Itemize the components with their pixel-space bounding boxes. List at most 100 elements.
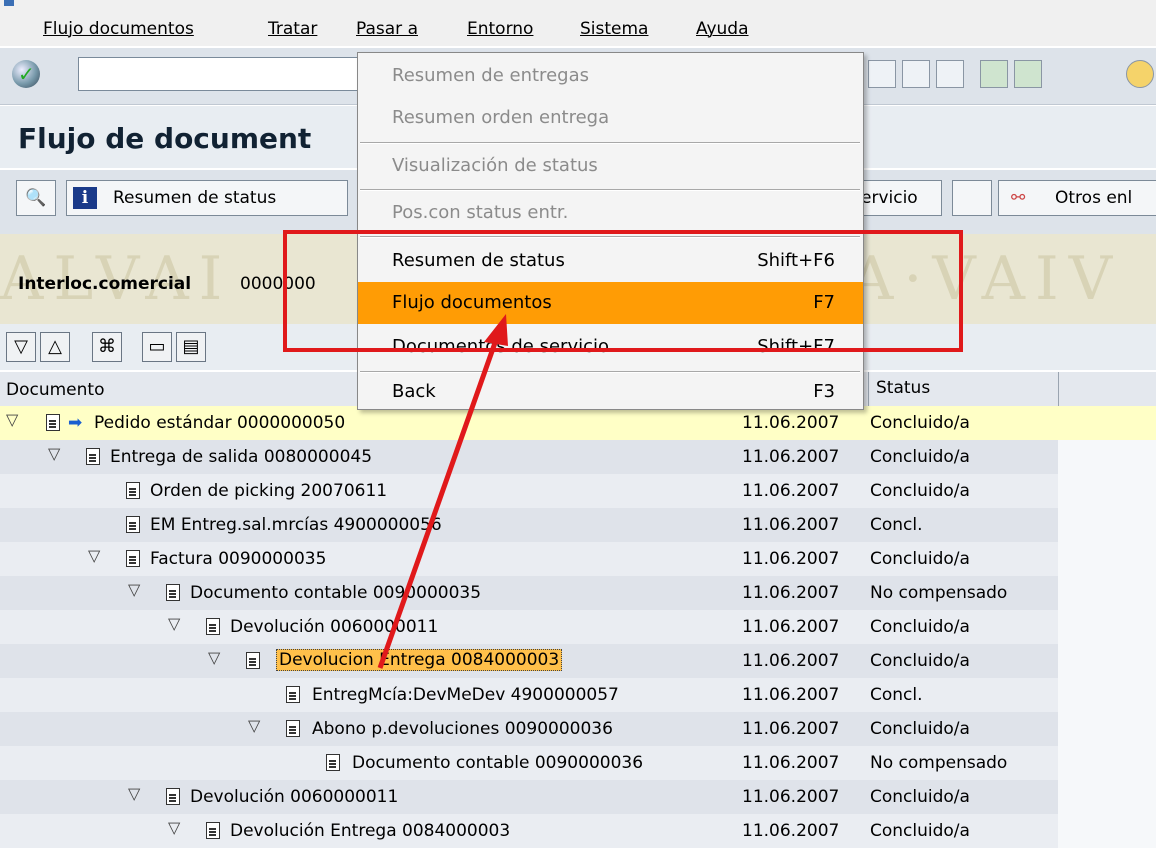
empty-cell <box>1058 474 1156 508</box>
menu-tratar[interactable]: Tratar <box>268 19 317 39</box>
row-document[interactable]: Abono p.devoluciones 0090000036 <box>312 719 613 739</box>
menu-item-label: Resumen de entregas <box>392 65 589 86</box>
collapse-all-icon[interactable]: △ <box>40 332 70 362</box>
document-icon <box>206 618 220 635</box>
menu-item-shortcut: F3 <box>813 381 835 402</box>
table-row[interactable]: EntregMcía:DevMeDev 4900000057 11.06.200… <box>0 678 1156 713</box>
row-document[interactable]: Devolución 0060000011 <box>190 787 398 807</box>
column-separator <box>1058 372 1059 406</box>
find-icon[interactable] <box>868 60 896 88</box>
binoculars-icon[interactable]: ⌘ <box>92 332 122 362</box>
current-arrow-icon: ➡ <box>68 413 83 433</box>
find-next-icon[interactable] <box>902 60 930 88</box>
display-document-button[interactable]: 🔍 <box>16 180 56 216</box>
menu-item-label: Resumen orden entrega <box>392 107 610 128</box>
menu-item-label: Back <box>392 381 436 402</box>
collapse-triangle-icon[interactable]: ▽ <box>248 716 260 735</box>
row-document[interactable]: EntregMcía:DevMeDev 4900000057 <box>312 685 619 705</box>
print-preview-icon[interactable]: ▤ <box>176 332 206 362</box>
collapse-triangle-icon[interactable]: ▽ <box>208 648 220 667</box>
table-row[interactable]: Documento contable 0090000036 11.06.2007… <box>0 746 1156 781</box>
document-icon <box>166 788 180 805</box>
row-date: 11.06.2007 <box>742 481 840 501</box>
row-status: Concluido/a <box>870 821 970 841</box>
new-session-icon[interactable] <box>980 60 1008 88</box>
row-status: No compensado <box>870 583 1008 603</box>
empty-cell <box>1058 508 1156 542</box>
document-icon <box>86 448 100 465</box>
table-row[interactable]: ▽ Abono p.devoluciones 0090000036 11.06.… <box>0 712 1156 747</box>
table-row[interactable]: ▽ Devolución 0060000011 11.06.2007 Concl… <box>0 610 1156 645</box>
menu-item-visualizacion-status: Visualización de status <box>358 145 863 187</box>
first-page-icon[interactable] <box>936 60 964 88</box>
print-icon[interactable]: ▭ <box>142 332 172 362</box>
menu-pasar-a[interactable]: Pasar a <box>356 19 418 39</box>
row-date: 11.06.2007 <box>742 651 840 671</box>
row-document[interactable]: Entrega de salida 0080000045 <box>110 447 372 467</box>
column-document[interactable]: Documento <box>6 380 104 400</box>
collapse-triangle-icon[interactable]: ▽ <box>48 444 60 463</box>
row-document[interactable]: EM Entreg.sal.mrcías 4900000056 <box>150 515 442 535</box>
empty-cell <box>1058 814 1156 848</box>
row-document[interactable]: Pedido estándar 0000000050 <box>94 413 345 433</box>
collapse-triangle-icon[interactable]: ▽ <box>6 410 18 429</box>
row-document-selected[interactable]: Devolucion Entrega 0084000003 <box>276 649 563 671</box>
table-row[interactable]: ▽ ➡ Pedido estándar 0000000050 11.06.200… <box>0 406 1156 441</box>
document-icon <box>326 754 340 771</box>
table-row[interactable]: ▽ Devolución Entrega 0084000003 11.06.20… <box>0 814 1156 849</box>
document-icon <box>286 686 300 703</box>
table-row[interactable]: Orden de picking 20070611 11.06.2007 Con… <box>0 474 1156 509</box>
expand-all-icon[interactable]: ▽ <box>6 332 36 362</box>
shortcut-icon[interactable] <box>1014 60 1042 88</box>
table-row[interactable]: ▽ Devolucion Entrega 0084000003 11.06.20… <box>0 644 1156 679</box>
empty-cell <box>1058 644 1156 678</box>
collapse-triangle-icon[interactable]: ▽ <box>128 784 140 803</box>
row-status: Concluido/a <box>870 481 970 501</box>
collapse-triangle-icon[interactable]: ▽ <box>88 546 100 565</box>
service-documents-label: ervicio <box>861 188 918 208</box>
row-document[interactable]: Factura 0090000035 <box>150 549 326 569</box>
empty-cell <box>1058 610 1156 644</box>
collapse-triangle-icon[interactable]: ▽ <box>168 818 180 837</box>
help-icon[interactable] <box>1126 60 1154 88</box>
row-document[interactable]: Orden de picking 20070611 <box>150 481 387 501</box>
table-row[interactable]: EM Entreg.sal.mrcías 4900000056 11.06.20… <box>0 508 1156 543</box>
menu-ayuda[interactable]: Ayuda <box>696 19 749 39</box>
empty-cell <box>1058 746 1156 780</box>
table-row[interactable]: ▽ Entrega de salida 0080000045 11.06.200… <box>0 440 1156 475</box>
table-row[interactable]: ▽ Factura 0090000035 11.06.2007 Concluid… <box>0 542 1156 577</box>
document-icon <box>126 516 140 533</box>
row-document[interactable]: Devolución Entrega 0084000003 <box>230 821 510 841</box>
empty-cell <box>1058 712 1156 746</box>
row-status: No compensado <box>870 753 1008 773</box>
page-title: Flujo de document <box>18 122 312 155</box>
row-date: 11.06.2007 <box>742 447 840 467</box>
row-document[interactable]: Documento contable 0090000035 <box>190 583 481 603</box>
menu-separator <box>360 189 860 191</box>
menu-separator <box>360 142 860 144</box>
layout-icon[interactable] <box>952 180 992 216</box>
enter-check-icon[interactable]: ✓ <box>12 60 40 88</box>
empty-cell <box>1058 542 1156 576</box>
document-icon <box>286 720 300 737</box>
row-document[interactable]: Documento contable 0090000036 <box>352 753 643 773</box>
menu-flujo-documentos[interactable]: Flujo documentos <box>43 19 194 39</box>
document-icon <box>206 822 220 839</box>
other-links-button[interactable]: ⚯ Otros enl <box>998 180 1156 216</box>
menu-entorno[interactable]: Entorno <box>467 19 533 39</box>
row-document[interactable]: Devolución 0060000011 <box>230 617 438 637</box>
menu-sistema[interactable]: Sistema <box>580 19 648 39</box>
collapse-triangle-icon[interactable]: ▽ <box>128 580 140 599</box>
row-status: Concluido/a <box>870 549 970 569</box>
table-row[interactable]: ▽ Devolución 0060000011 11.06.2007 Concl… <box>0 780 1156 815</box>
command-field[interactable] <box>78 57 380 91</box>
row-date: 11.06.2007 <box>742 617 840 637</box>
system-menu-icon[interactable] <box>4 0 14 6</box>
annotation-highlight-box <box>283 230 963 352</box>
column-status[interactable]: Status <box>876 378 930 398</box>
table-row[interactable]: ▽ Documento contable 0090000035 11.06.20… <box>0 576 1156 611</box>
menu-item-back[interactable]: Back F3 <box>358 375 863 407</box>
row-status: Concluido/a <box>870 617 970 637</box>
collapse-triangle-icon[interactable]: ▽ <box>168 614 180 633</box>
status-overview-button[interactable]: i Resumen de status <box>66 180 348 216</box>
